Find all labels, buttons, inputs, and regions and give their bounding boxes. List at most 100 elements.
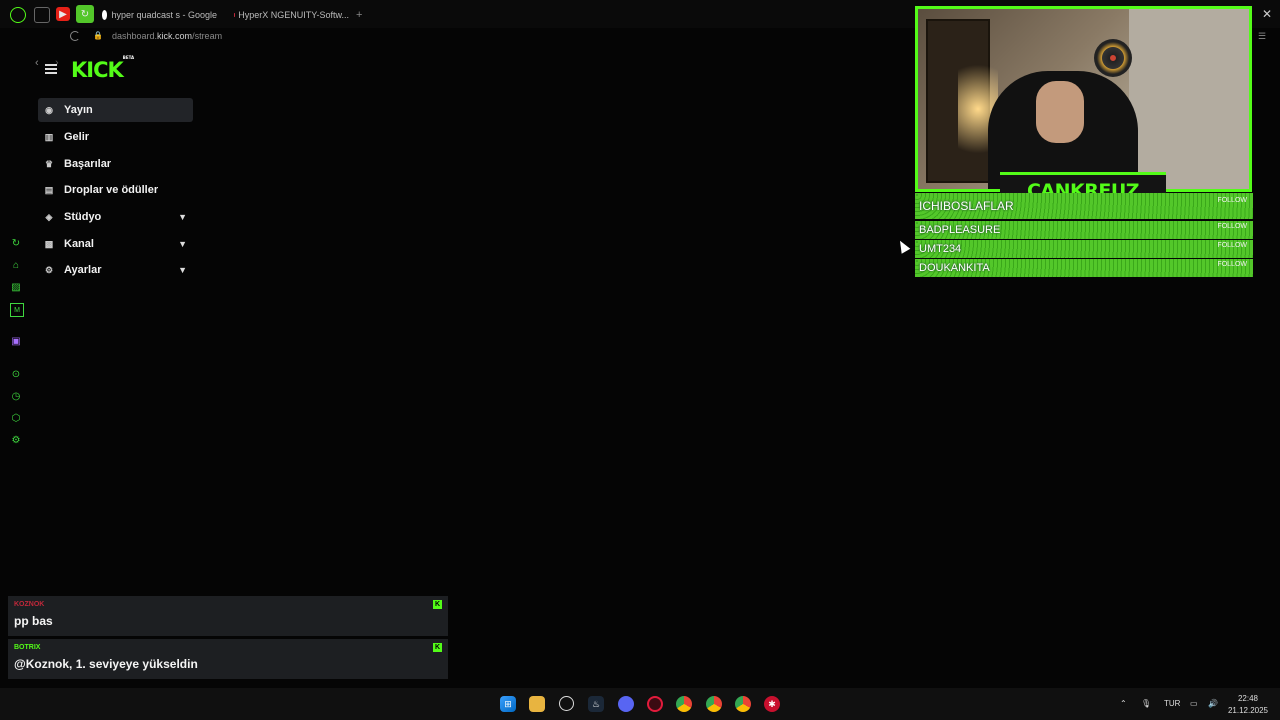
hyperx-ngenuity-icon[interactable] (559, 696, 574, 711)
extensions-icon[interactable]: ⬡ (10, 412, 22, 424)
m-icon[interactable]: M (10, 303, 24, 317)
menu-icon[interactable]: ☰ (1258, 31, 1266, 42)
url-host: kick.com (157, 31, 193, 41)
mouse-cursor (895, 238, 911, 254)
tab-manager-icon[interactable] (34, 7, 50, 23)
chevron-down-icon: ▼ (178, 239, 187, 249)
url-path: /stream (192, 31, 223, 41)
broadcast-icon: ◉ (45, 104, 53, 115)
steam-icon[interactable]: ♨ (588, 696, 604, 712)
twitch-icon[interactable]: ▣ (10, 335, 22, 347)
menu-label: Ayarlar (64, 264, 102, 276)
dartboard (1094, 39, 1132, 77)
chat-username: KOZNOK (14, 601, 45, 608)
menu-label: Gelir (64, 131, 90, 143)
menu-item-gelir[interactable]: ▥ Gelir (38, 125, 193, 149)
windows-taskbar (0, 688, 1280, 720)
chrome-app-icon[interactable] (735, 696, 751, 712)
url-field[interactable]: dashboard.kick.com/stream (112, 31, 222, 41)
tray-chevron-icon[interactable]: ⌃ (1120, 699, 1127, 708)
chat-message: BOTRIX @Koznok, 1. seviyeye yükseldin K (8, 639, 448, 679)
url-prefix: dashboard. (112, 31, 158, 41)
logo-text: KICK (71, 58, 124, 82)
kick-badge-icon: K (433, 600, 442, 609)
settings-icon[interactable]: ⚙ (10, 434, 22, 446)
gear-icon: ⚙ (44, 264, 54, 275)
chart-icon: ▥ (44, 131, 54, 142)
loading-spinner-icon[interactable] (70, 31, 80, 41)
tab-label: hyper quadcast s - Google (111, 10, 217, 20)
webcam-overlay (915, 6, 1252, 192)
follower-row: ICHIBOSLAFLAR FOLLOW (915, 193, 1253, 219)
kick-logo[interactable]: KICKBETA (71, 55, 135, 82)
menu-label: Başarılar (64, 158, 112, 170)
follower-name: UMT234 (919, 243, 962, 255)
menu-item-droplar[interactable]: ▤ Droplar ve ödüller (38, 178, 193, 202)
follower-row: BADPLEASURE FOLLOW (915, 221, 1253, 239)
follow-label: FOLLOW (1217, 242, 1247, 249)
follower-name: ICHIBOSLAFLAR (919, 199, 1014, 213)
display-icon[interactable]: ▭ (1190, 699, 1198, 708)
follower-row: UMT234 FOLLOW (915, 240, 1253, 258)
opera-gx-icon[interactable] (10, 7, 26, 23)
chat-message: KOZNOK pp bas K (8, 596, 448, 636)
kick-tab-icon[interactable]: ↻ (76, 5, 94, 23)
webcam-background (1129, 9, 1249, 189)
chat-text: pp bas (14, 614, 53, 628)
history-icon[interactable]: ◷ (10, 390, 22, 402)
back-icon[interactable]: ‹ (35, 57, 39, 69)
language-indicator[interactable]: TUR (1164, 699, 1180, 708)
chat-text: @Koznok, 1. seviyeye yükseldin (14, 657, 198, 671)
stripe-icon[interactable]: ▨ (10, 281, 22, 293)
youtube-icon[interactable]: ▶ (56, 7, 70, 21)
play-icon[interactable]: ⊙ (10, 368, 22, 380)
menu-label: Yayın (64, 104, 93, 116)
chevron-down-icon: ▼ (178, 265, 187, 275)
tab-google-search[interactable]: hyper quadcast s - Google (102, 6, 217, 24)
menu-item-yayin[interactable]: ◉ Yayın (38, 98, 193, 122)
follow-label: FOLLOW (1217, 223, 1247, 230)
menu-item-basarilar[interactable]: ♛ Başarılar (38, 152, 193, 176)
tab-hyperx[interactable]: HyperX NGENUITY-Softw... (234, 6, 349, 24)
tab-label: HyperX NGENUITY-Softw... (238, 10, 349, 20)
menu-label: Droplar ve ödüller (64, 184, 159, 196)
new-tab-button[interactable]: + (356, 6, 362, 24)
chevron-down-icon: ▼ (178, 212, 187, 222)
clock-time: 22:48 (1237, 694, 1258, 703)
follow-label: FOLLOW (1217, 261, 1247, 268)
trophy-icon: ♛ (44, 158, 54, 169)
chrome-profile-icon[interactable] (706, 696, 722, 712)
refresh-icon[interactable]: ↻ (10, 237, 22, 249)
system-clock[interactable]: 22:48 21.12.2025 (1228, 693, 1268, 717)
menu-item-ayarlar[interactable]: ⚙ Ayarlar ▼ (38, 258, 193, 282)
chat-username: BOTRIX (14, 644, 41, 651)
gift-icon: ▤ (44, 184, 54, 195)
opera-gx-taskbar-icon[interactable] (647, 696, 663, 712)
close-window-icon[interactable]: ✕ (1262, 7, 1272, 21)
follow-label: FOLLOW (1217, 197, 1247, 204)
chrome-icon[interactable] (676, 696, 692, 712)
bag-icon[interactable]: ⌂ (10, 259, 22, 271)
clock-date: 21.12.2025 (1227, 706, 1268, 715)
hamburger-menu-icon[interactable] (45, 64, 57, 74)
file-explorer-icon[interactable] (529, 696, 545, 712)
follower-row: DOUKANKITA FOLLOW (915, 259, 1253, 277)
streamer-face (1036, 81, 1084, 143)
volume-icon[interactable]: 🔊 (1208, 699, 1218, 708)
windows-start-icon[interactable]: ⊞ (500, 696, 516, 712)
menu-item-kanal[interactable]: ▩ Kanal ▼ (38, 232, 193, 256)
follower-name: BADPLEASURE (919, 224, 1001, 236)
menu-label: Kanal (64, 238, 94, 250)
kick-badge-icon: K (433, 643, 442, 652)
follower-name: DOUKANKITA (919, 262, 990, 274)
menu-item-studyo[interactable]: ◈ Stüdyo ▼ (38, 205, 193, 229)
studio-icon: ◈ (45, 211, 53, 222)
google-icon (102, 10, 108, 20)
lock-icon: 🔒 (93, 31, 103, 40)
discord-icon[interactable] (618, 696, 634, 712)
microphone-icon[interactable]: 🎙 (1141, 699, 1151, 708)
app-icon[interactable]: ✱ (764, 696, 780, 712)
beta-badge: BETA (122, 55, 135, 60)
channel-icon: ▩ (44, 238, 54, 249)
menu-label: Stüdyo (64, 211, 102, 223)
